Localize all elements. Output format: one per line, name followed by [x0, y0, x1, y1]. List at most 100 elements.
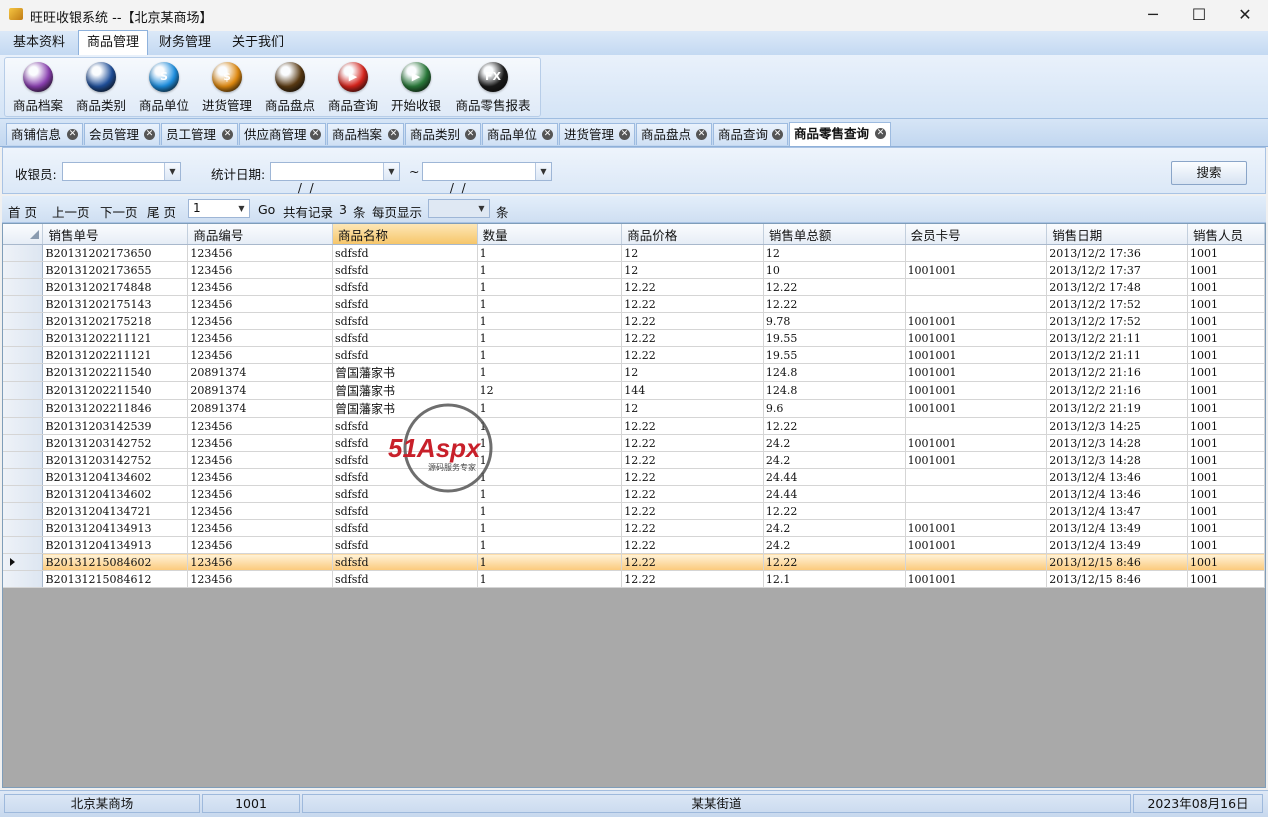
- table-cell[interactable]: 1001: [1187, 295, 1265, 313]
- ribbon-button-8[interactable]: FX 商品零售报表: [453, 62, 533, 116]
- table-cell[interactable]: 1001001: [905, 381, 1048, 400]
- doc-tab-9[interactable]: 商品盘点 ✕: [636, 123, 712, 145]
- doc-tab-7[interactable]: 商品单位 ✕: [482, 123, 558, 145]
- close-tab-icon[interactable]: ✕: [772, 129, 783, 140]
- table-cell[interactable]: 1001001: [905, 346, 1048, 364]
- table-cell[interactable]: sdfsfd: [332, 451, 478, 469]
- table-cell[interactable]: [905, 295, 1048, 313]
- next-page-link[interactable]: 下一页: [100, 202, 138, 221]
- table-cell[interactable]: 1: [477, 312, 623, 330]
- table-cell[interactable]: 123456: [187, 295, 333, 313]
- table-cell[interactable]: 12: [621, 363, 764, 382]
- table-row[interactable]: B20131204134913 123456 sdfsfd 1 12.22 24.2 100…: [3, 519, 1265, 537]
- table-cell[interactable]: 1: [477, 519, 623, 537]
- table-cell[interactable]: 9.6: [763, 399, 906, 418]
- table-cell[interactable]: B20131202175218: [42, 312, 189, 330]
- table-cell[interactable]: 24.2: [763, 536, 906, 554]
- doc-tab-4[interactable]: 供应商管理 ✕: [239, 123, 326, 145]
- column-header[interactable]: 销售单号: [42, 224, 189, 245]
- table-cell[interactable]: 12: [763, 244, 906, 262]
- table-cell[interactable]: 2013/12/4 13:49: [1046, 519, 1189, 537]
- table-row[interactable]: B20131204134602 123456 sdfsfd 1 12.22 24.44 20…: [3, 468, 1265, 486]
- table-cell[interactable]: 2013/12/2 21:16: [1046, 381, 1189, 400]
- table-cell[interactable]: sdfsfd: [332, 261, 478, 279]
- table-row[interactable]: B20131215084602 123456 sdfsfd 1 12.22 12.22 20…: [3, 553, 1265, 571]
- table-cell[interactable]: 24.44: [763, 485, 906, 503]
- ribbon-button-5[interactable]: 商品盘点: [259, 62, 321, 116]
- table-cell[interactable]: 1001: [1187, 346, 1265, 364]
- table-row[interactable]: B20131204134721 123456 sdfsfd 1 12.22 12.22 20…: [3, 502, 1265, 520]
- table-cell[interactable]: 1001: [1187, 519, 1265, 537]
- row-header[interactable]: [3, 417, 44, 435]
- menu-product-management[interactable]: 商品管理: [78, 30, 149, 55]
- table-cell[interactable]: B20131204134721: [42, 502, 189, 520]
- close-tab-icon[interactable]: ✕: [67, 129, 78, 140]
- column-header[interactable]: 数量: [477, 224, 623, 245]
- table-cell[interactable]: 12.22: [621, 502, 764, 520]
- table-cell[interactable]: 1: [477, 553, 623, 571]
- table-cell[interactable]: 12.22: [621, 519, 764, 537]
- table-row[interactable]: B20131203142752 123456 sdfsfd 1 12.22 24.2 100…: [3, 451, 1265, 469]
- table-cell[interactable]: 1: [477, 570, 623, 588]
- table-cell[interactable]: 12.1: [763, 570, 906, 588]
- table-cell[interactable]: 1: [477, 417, 623, 435]
- table-cell[interactable]: 19.55: [763, 346, 906, 364]
- doc-tab-5[interactable]: 商品档案 ✕: [327, 123, 404, 145]
- table-cell[interactable]: [905, 468, 1048, 486]
- table-row[interactable]: B20131202175143 123456 sdfsfd 1 12.22 12.22 20…: [3, 295, 1265, 313]
- table-cell[interactable]: 123456: [187, 451, 333, 469]
- table-cell[interactable]: sdfsfd: [332, 468, 478, 486]
- row-header[interactable]: [3, 468, 44, 486]
- table-cell[interactable]: [905, 485, 1048, 503]
- chevron-down-icon[interactable]: ▼: [474, 200, 489, 217]
- doc-tab-3[interactable]: 员工管理 ✕: [161, 123, 238, 145]
- table-cell[interactable]: 19.55: [763, 329, 906, 347]
- table-cell[interactable]: 1001001: [905, 570, 1048, 588]
- column-header[interactable]: 商品名称: [332, 224, 478, 245]
- row-header[interactable]: [3, 329, 44, 347]
- table-cell[interactable]: 1001001: [905, 451, 1048, 469]
- maximize-button[interactable]: ☐: [1176, 0, 1222, 31]
- row-header[interactable]: [3, 261, 44, 279]
- table-cell[interactable]: 123456: [187, 244, 333, 262]
- table-cell[interactable]: 2013/12/2 21:11: [1046, 346, 1189, 364]
- search-button[interactable]: 搜索: [1171, 161, 1247, 185]
- table-cell[interactable]: 1001001: [905, 536, 1048, 554]
- table-row[interactable]: B20131215084612 123456 sdfsfd 1 12.22 12.1 100…: [3, 570, 1265, 588]
- column-header[interactable]: 商品价格: [621, 224, 764, 245]
- doc-tab-2[interactable]: 会员管理 ✕: [84, 123, 160, 145]
- table-cell[interactable]: 24.44: [763, 468, 906, 486]
- table-cell[interactable]: B20131204134602: [42, 468, 189, 486]
- row-header[interactable]: [3, 485, 44, 503]
- table-cell[interactable]: 1001001: [905, 312, 1048, 330]
- per-page-select[interactable]: ▼: [428, 199, 490, 218]
- row-header[interactable]: [3, 502, 44, 520]
- table-cell[interactable]: 20891374: [187, 399, 333, 418]
- table-cell[interactable]: [905, 502, 1048, 520]
- table-cell[interactable]: 20891374: [187, 381, 333, 400]
- table-cell[interactable]: B20131204134913: [42, 519, 189, 537]
- prev-page-link[interactable]: 上一页: [52, 202, 90, 221]
- table-cell[interactable]: 12.22: [621, 536, 764, 554]
- table-cell[interactable]: 123456: [187, 519, 333, 537]
- table-cell[interactable]: B20131202211846: [42, 399, 189, 418]
- close-tab-icon[interactable]: ✕: [144, 129, 155, 140]
- row-header[interactable]: [3, 278, 44, 296]
- table-cell[interactable]: [905, 417, 1048, 435]
- table-cell[interactable]: sdfsfd: [332, 519, 478, 537]
- row-header[interactable]: [3, 346, 44, 364]
- select-all-corner[interactable]: [3, 224, 44, 245]
- table-cell[interactable]: 123456: [187, 536, 333, 554]
- table-cell[interactable]: 2013/12/2 17:37: [1046, 261, 1189, 279]
- row-header[interactable]: [3, 536, 44, 554]
- table-row[interactable]: B20131202211846 20891374 曾国藩家书 1 12 9.6 100100…: [3, 399, 1265, 418]
- table-cell[interactable]: 12.22: [621, 329, 764, 347]
- table-cell[interactable]: 12: [621, 261, 764, 279]
- table-cell[interactable]: 1001: [1187, 451, 1265, 469]
- table-cell[interactable]: 1: [477, 399, 623, 418]
- table-cell[interactable]: 12.22: [621, 570, 764, 588]
- table-cell[interactable]: 144: [621, 381, 764, 400]
- chevron-down-icon[interactable]: ▼: [383, 163, 399, 180]
- table-cell[interactable]: sdfsfd: [332, 295, 478, 313]
- table-cell[interactable]: 1: [477, 502, 623, 520]
